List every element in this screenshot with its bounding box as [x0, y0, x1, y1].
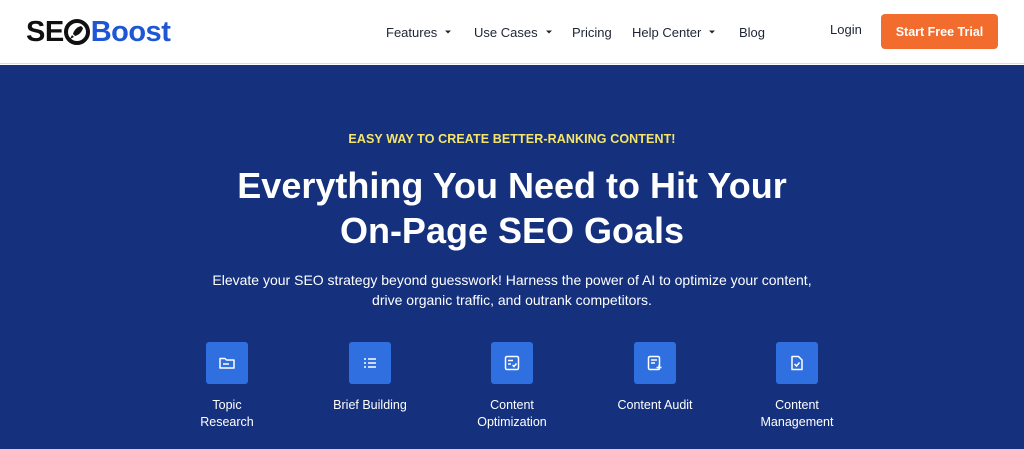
feature-label-line1: Content Audit — [617, 398, 693, 412]
nav-item-features[interactable]: Features — [386, 22, 453, 42]
nav-label-use-cases: Use Cases — [474, 24, 538, 40]
logo-text-se: SE — [26, 15, 64, 48]
nav-label-pricing: Pricing — [572, 24, 612, 40]
rocket-logo-icon — [63, 19, 90, 45]
feature-label-line2: Research — [200, 414, 254, 429]
list-icon — [364, 358, 376, 368]
feature-label-line2: Management — [760, 414, 834, 429]
seoboost-logo[interactable]: SE Boost — [26, 14, 171, 50]
logo-text-boost: Boost — [90, 15, 171, 48]
feature-label: Brief Building — [310, 397, 430, 414]
document-add-icon — [647, 355, 662, 371]
nav-label-features: Features — [386, 24, 438, 40]
hero-section: EASY WAY TO CREATE BETTER-RANKING CONTEN… — [0, 65, 1024, 449]
chevron-down-icon — [445, 30, 452, 34]
hero-headline: Everything You Need to Hit Your On-Page … — [0, 163, 1024, 253]
feature-label: Content Management — [737, 397, 857, 430]
feature-content-optimization[interactable]: Content Optimization — [452, 342, 572, 430]
top-navigation-bar: SE Boost Features Use Cases Pricing Help… — [0, 0, 1024, 64]
feature-label-line1: Brief Building — [333, 398, 407, 412]
hero-eyebrow: EASY WAY TO CREATE BETTER-RANKING CONTEN… — [348, 132, 676, 146]
hero-headline-line1: Everything You Need to Hit Your — [237, 165, 787, 206]
hero-subtext-line2: drive organic traffic, and outrank compe… — [372, 292, 652, 308]
feature-label-line1: Topic — [212, 398, 242, 412]
chevron-down-icon — [545, 30, 552, 34]
hero-subtext: Elevate your SEO strategy beyond guesswo… — [0, 270, 1024, 310]
feature-icon-tile — [491, 342, 533, 384]
checklist-icon — [504, 355, 520, 371]
feature-icon-tile — [206, 342, 248, 384]
start-free-trial-button[interactable]: Start Free Trial — [881, 14, 998, 49]
feature-topic-research[interactable]: Topic Research — [167, 342, 287, 430]
feature-content-management[interactable]: Content Management — [737, 342, 857, 430]
nav-item-blog[interactable]: Blog — [739, 22, 765, 42]
feature-icon-tile — [776, 342, 818, 384]
feature-label-line1: Content — [775, 398, 819, 412]
nav-item-pricing[interactable]: Pricing — [572, 22, 612, 42]
folder-icon — [219, 357, 235, 369]
feature-brief-building[interactable]: Brief Building — [310, 342, 430, 414]
feature-icon-tile — [634, 342, 676, 384]
feature-label-line2: Optimization — [477, 414, 547, 429]
nav-item-use-cases[interactable]: Use Cases — [474, 22, 554, 42]
feature-label: Content Audit — [595, 397, 715, 414]
feature-label: Content Optimization — [452, 397, 572, 430]
chevron-down-icon — [709, 30, 716, 34]
login-link[interactable]: Login — [830, 22, 862, 37]
hero-headline-line2: On-Page SEO Goals — [339, 210, 685, 251]
feature-content-audit[interactable]: Content Audit — [595, 342, 715, 414]
document-check-icon — [791, 355, 803, 371]
feature-icon-tile — [349, 342, 391, 384]
feature-label-line1: Content — [490, 398, 534, 412]
nav-label-help-center: Help Center — [632, 24, 702, 40]
nav-label-blog: Blog — [739, 24, 766, 40]
nav-item-help-center[interactable]: Help Center — [632, 22, 717, 42]
hero-subtext-line1: Elevate your SEO strategy beyond guesswo… — [212, 272, 812, 288]
feature-label: Topic Research — [167, 397, 287, 430]
